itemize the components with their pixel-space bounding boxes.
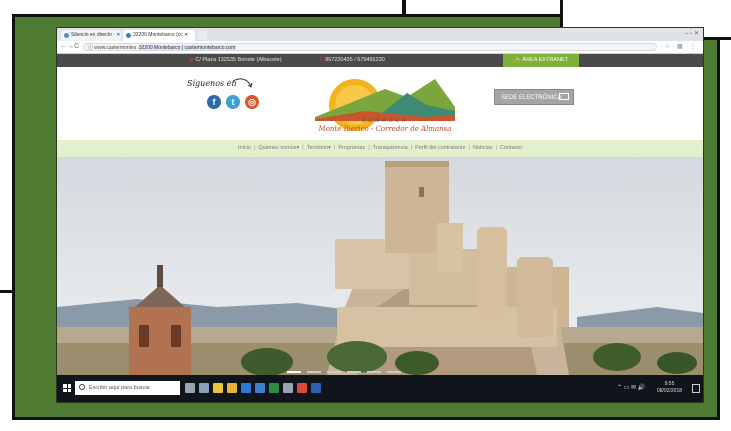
extranet-label: ÁREA EXTRANET	[522, 57, 568, 63]
curved-arrow-icon	[232, 78, 253, 88]
menu-item[interactable]: Contacto	[500, 145, 522, 151]
slider-dot[interactable]	[327, 371, 341, 373]
instagram-icon[interactable]: ◎	[245, 95, 259, 109]
address-bar-row: ← → C ⓘ www.castermontes 32200 Montebarc…	[57, 41, 703, 54]
menu-item[interactable]: Quienes somos▾	[258, 145, 299, 151]
address-text: C/ Plaza 132535 Bonete (Albacete)	[195, 57, 282, 63]
clock-time: 9:55	[664, 381, 675, 387]
url-selection: 32200 Montebarco | castermontebarco.com	[137, 45, 237, 51]
slider-dot[interactable]	[287, 371, 301, 373]
slider-dot[interactable]	[387, 371, 401, 373]
mic-icon[interactable]	[185, 383, 195, 393]
menu-separator: |	[302, 145, 304, 151]
store-icon[interactable]	[213, 383, 223, 393]
browser-tab-strip: Silencio en directo · ✕ 32200 Montebarco…	[57, 28, 703, 41]
slider-dot[interactable]	[367, 371, 381, 373]
menu-dots-icon[interactable]: ⋮	[690, 43, 696, 52]
menu-separator: |	[333, 145, 336, 151]
logo-org-label: COMARCA	[361, 118, 409, 124]
main-menu: Inicio | Quienes somos▾ | Territorio▾ | Progra…	[57, 140, 703, 157]
tab-favicon-icon	[126, 33, 131, 38]
files-icon[interactable]	[283, 383, 293, 393]
hero-castle-image	[57, 157, 703, 375]
tray-icons[interactable]: ⌃ ▭ ✉ 🔊	[617, 385, 645, 392]
windows-taskbar: Escribir aquí para buscar ⌃ ▭ ✉ 🔊 9:55 0…	[57, 375, 703, 402]
monitor-screen: Silencio en directo · ✕ 32200 Montebarco…	[57, 28, 703, 402]
chrome-icon[interactable]	[297, 383, 307, 393]
edge-icon[interactable]	[241, 383, 251, 393]
new-tab-button[interactable]	[197, 31, 207, 40]
browser-tab-active[interactable]: 32200 Montebarco (cc ✕	[123, 30, 195, 41]
sede-label: SEDE ELECTRÓNICA	[501, 95, 562, 101]
phone-icon: ✆	[319, 57, 324, 63]
sede-electronica-button[interactable]: SEDE ELECTRÓNICA	[494, 89, 574, 105]
forward-button[interactable]: →	[67, 42, 74, 52]
word-icon[interactable]	[311, 383, 321, 393]
phone-text: 967220435 / 679465230	[325, 57, 385, 63]
back-button[interactable]: ←	[60, 42, 67, 52]
twitter-icon[interactable]: t	[226, 95, 240, 109]
extensions-icon[interactable]: ▦	[677, 43, 683, 52]
excel-icon[interactable]	[269, 383, 279, 393]
follow-us-label: Síguenos en	[187, 79, 237, 88]
slider-dot[interactable]	[347, 371, 361, 373]
mail-icon[interactable]	[255, 383, 265, 393]
menu-separator: |	[495, 145, 497, 151]
logo-name-label: Monte Ibérico - Corredor de Almansa	[318, 125, 452, 133]
bookmark-star-icon[interactable]: ☆	[665, 43, 670, 52]
url-text: ⓘ www.castermontes	[88, 45, 137, 51]
menu-item[interactable]: Inicio	[238, 145, 251, 151]
menu-item[interactable]: Perfil del contratante	[415, 145, 465, 151]
menu-item[interactable]: Transparencia	[373, 145, 408, 151]
notifications-icon[interactable]	[692, 384, 700, 393]
extranet-button[interactable]: 🔒 ÁREA EXTRANET	[503, 54, 579, 67]
menu-item[interactable]: Noticias	[473, 145, 493, 151]
menu-separator: |	[410, 145, 413, 151]
window-controls[interactable]: – ▫ ✕	[685, 30, 699, 37]
folder-icon[interactable]	[227, 383, 237, 393]
phone-info: ✆ 967220435 / 679465230	[319, 54, 385, 67]
menu-separator: |	[468, 145, 470, 151]
address-info: ◉ C/ Plaza 132535 Bonete (Albacete)	[189, 54, 282, 67]
reload-button[interactable]: C	[74, 42, 79, 52]
left-edge-mark	[0, 290, 14, 293]
clock-date: 08/02/2018	[657, 388, 683, 394]
menu-separator: |	[368, 145, 370, 151]
task-view-icon[interactable]	[199, 383, 209, 393]
taskbar-search-box[interactable]: Escribir aquí para buscar	[75, 381, 180, 395]
cortana-icon	[79, 384, 85, 390]
start-button[interactable]	[63, 384, 71, 392]
tab-title: Silencio en directo · ✕	[71, 32, 121, 38]
tab-favicon-icon	[64, 33, 69, 38]
location-pin-icon: ◉	[189, 57, 194, 63]
search-placeholder: Escribir aquí para buscar	[89, 385, 151, 391]
tab-title: 32200 Montebarco (cc ✕	[133, 32, 189, 38]
slider-dot[interactable]	[307, 371, 321, 373]
top-edge-mark	[402, 0, 406, 16]
clock[interactable]: 9:55 08/02/2018	[657, 381, 682, 395]
site-topbar: ◉ C/ Plaza 132535 Bonete (Albacete) ✆ 96…	[57, 54, 703, 67]
browser-tab[interactable]: Silencio en directo · ✕	[61, 30, 121, 41]
facebook-icon[interactable]: f	[207, 95, 221, 109]
url-field[interactable]: ⓘ www.castermontes 32200 Montebarco | ca…	[83, 43, 657, 51]
menu-item[interactable]: Programas	[338, 145, 365, 151]
menu-separator: |	[253, 145, 256, 151]
monitor-icon	[559, 93, 569, 100]
menu-item[interactable]: Territorio▾	[307, 145, 331, 151]
site-header: Síguenos en f t ◎ COMARCA Monte Ibérico - …	[57, 67, 703, 139]
